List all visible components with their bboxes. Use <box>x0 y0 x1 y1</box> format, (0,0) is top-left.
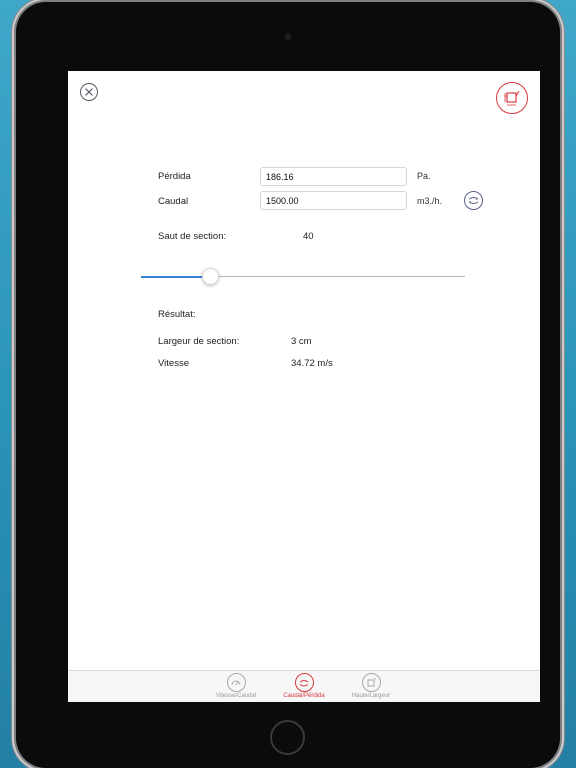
slider-track[interactable] <box>211 276 465 277</box>
tab-bar: Vitesse/Caudal Caudal/Pérdida Haute/Larg… <box>68 670 540 702</box>
flow-swap-icon <box>299 679 309 686</box>
home-button[interactable] <box>270 720 305 755</box>
tab-vitesse-caudal[interactable]: Vitesse/Caudal <box>200 673 272 701</box>
caudal-unit: m3./h. <box>417 196 443 206</box>
tablet-device: Pérdida Pa. Caudal m3./h. Saut de sectio… <box>16 2 560 768</box>
section-resize-icon <box>504 90 520 106</box>
vitesse-label: Vitesse <box>158 358 189 369</box>
close-button[interactable] <box>80 83 98 101</box>
tab-label: Vitesse/Caudal <box>215 693 257 699</box>
tab-caudal-perdida[interactable]: Caudal/Pérdida <box>268 673 340 701</box>
gauge-icon <box>231 680 241 685</box>
unit-swap-button[interactable] <box>464 191 483 210</box>
camera <box>284 33 292 41</box>
largeur-value: 3 cm <box>291 336 312 347</box>
caudal-label: Caudal <box>158 196 189 207</box>
app-screen: Pérdida Pa. Caudal m3./h. Saut de sectio… <box>68 71 540 702</box>
result-title: Résultat: <box>158 309 196 320</box>
slider-fill <box>141 276 211 278</box>
largeur-label: Largeur de section: <box>158 336 240 347</box>
tab-haute-largeur[interactable]: Haute/Largeur <box>335 673 407 701</box>
section-resize-button[interactable] <box>496 82 528 114</box>
tab-label: Caudal/Pérdida <box>283 693 325 699</box>
vitesse-value: 34.72 m/s <box>291 358 333 369</box>
swap-icon <box>468 197 479 204</box>
slider-thumb[interactable] <box>202 268 219 285</box>
perdida-unit: Pa. <box>417 171 431 181</box>
section-resize-icon <box>367 677 377 686</box>
perdida-input[interactable] <box>260 167 407 186</box>
caudal-input[interactable] <box>260 191 407 210</box>
section-step-label: Saut de section: <box>158 231 227 242</box>
section-step-value: 40 <box>303 231 314 242</box>
close-icon <box>85 88 93 96</box>
perdida-label: Pérdida <box>158 171 191 182</box>
tab-label: Haute/Largeur <box>351 693 391 699</box>
